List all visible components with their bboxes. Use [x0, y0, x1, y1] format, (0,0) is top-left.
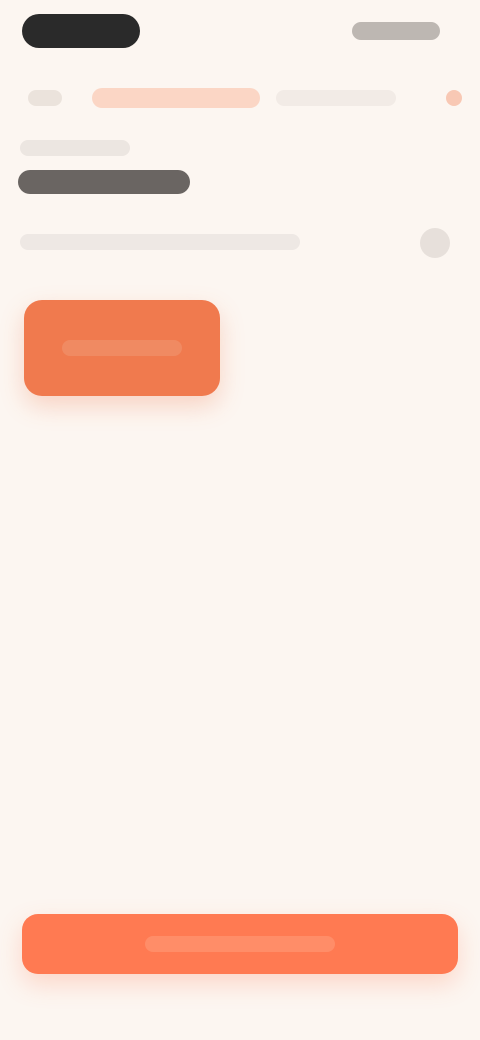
primary-action-label: [62, 340, 182, 356]
status-bar: [0, 0, 480, 64]
tab-inactive[interactable]: [276, 90, 396, 106]
info-row: [20, 228, 460, 260]
bottom-action-button[interactable]: [22, 914, 458, 974]
info-text: [20, 234, 300, 250]
status-left-pill: [22, 14, 140, 48]
tab-active[interactable]: [92, 88, 260, 108]
primary-action-card[interactable]: [24, 300, 220, 396]
circle-icon[interactable]: [420, 228, 450, 258]
status-dot-icon[interactable]: [446, 90, 462, 106]
tabs-row: [0, 82, 480, 122]
page-title: [18, 170, 190, 194]
status-right-indicators: [352, 22, 440, 40]
bottom-action-label: [145, 936, 335, 952]
back-icon[interactable]: [28, 90, 62, 106]
section-subtitle: [20, 140, 130, 156]
